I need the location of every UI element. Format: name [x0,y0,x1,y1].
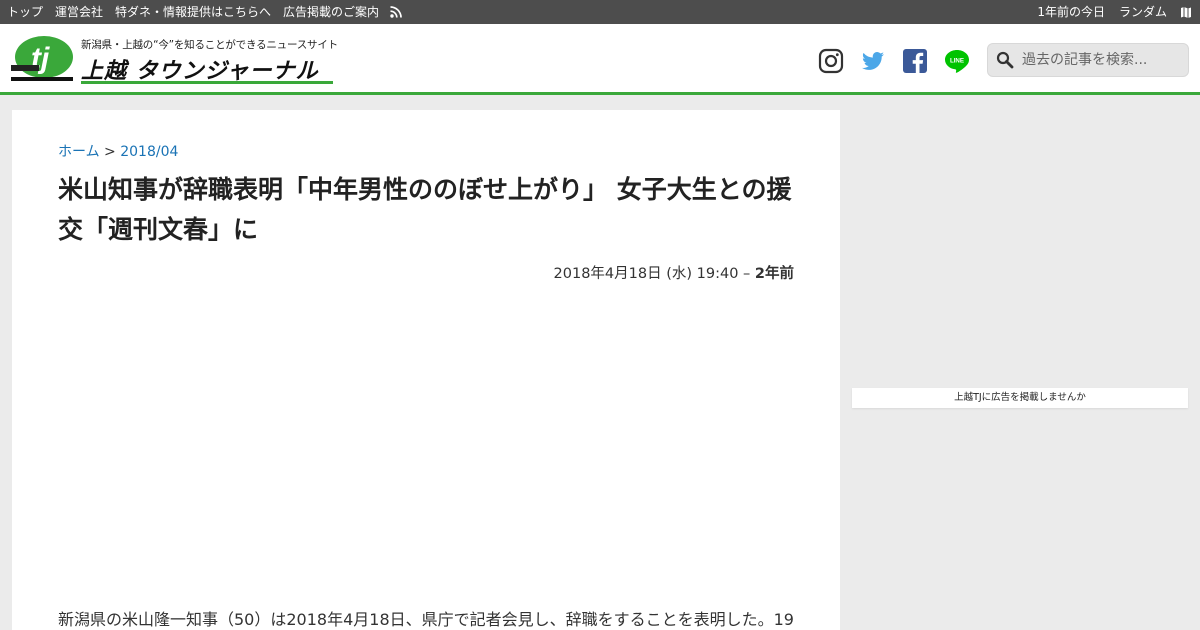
search-icon[interactable] [996,51,1014,69]
instagram-icon[interactable] [818,48,844,74]
site-header: tj 新潟県・上越の“今”を知ることができるニュースサイト 上越 タウンジャーナ… [0,24,1200,95]
search-box[interactable] [987,43,1189,77]
search-input[interactable] [1022,52,1182,68]
top-nav-bar: トップ 運営会社 特ダネ・情報提供はこちらへ 広告掲載のご案内 1年前の今日 ラ… [0,0,1200,24]
logo-badge-icon: tj [11,36,73,81]
map-icon[interactable] [1180,6,1192,19]
article-dateline: 2018年4月18日 (水) 19:40 – 2年前 [554,262,794,283]
article-container: ホーム > 2018/04 米山知事が辞職表明「中年男性ののぼせ上がり」 女子大… [12,110,840,630]
nav-link-advertise[interactable]: 広告掲載のご案内 [283,0,379,24]
breadcrumb-archive[interactable]: 2018/04 [120,144,178,160]
breadcrumb: ホーム > 2018/04 [58,141,178,161]
breadcrumb-home[interactable]: ホーム [58,144,100,160]
line-icon[interactable]: LINE [944,48,970,74]
nav-link-tips[interactable]: 特ダネ・情報提供はこちらへ [115,0,271,24]
nav-link-random[interactable]: ランダム [1119,0,1167,24]
logo-underline [81,81,333,84]
article-date: 2018年4月18日 (水) 19:40 – [553,266,751,282]
sidebar-ad-link[interactable]: 上越TJに広告を掲載しませんか [852,388,1188,408]
site-tagline: 新潟県・上越の“今”を知ることができるニュースサイト [81,39,338,51]
article-relative-time: 2年前 [754,266,794,282]
rss-icon[interactable] [390,6,402,18]
facebook-icon[interactable] [902,48,928,74]
twitter-icon[interactable] [860,48,886,74]
site-logo[interactable]: tj 新潟県・上越の“今”を知ることができるニュースサイト 上越 タウンジャーナ… [11,35,341,85]
svg-text:LINE: LINE [950,58,964,65]
article-title: 米山知事が辞職表明「中年男性ののぼせ上がり」 女子大生との援交「週刊文春」に [58,175,792,244]
nav-link-year-ago[interactable]: 1年前の今日 [1037,0,1105,24]
breadcrumb-separator: > [104,144,116,160]
nav-link-company[interactable]: 運営会社 [55,0,103,24]
nav-link-top[interactable]: トップ [7,0,43,24]
article-body-paragraph: 新潟県の米山隆一知事（50）は2018年4月18日、県庁で記者会見し、辞職をする… [58,610,794,629]
